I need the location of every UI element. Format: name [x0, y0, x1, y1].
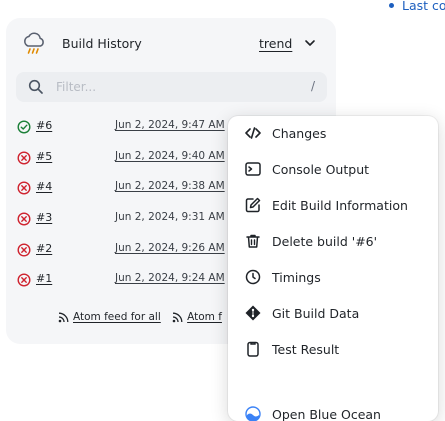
menu-item-label: Delete build '#6': [272, 234, 378, 249]
trend-link[interactable]: trend: [259, 36, 292, 51]
menu-item-git-build-data[interactable]: Git Build Data: [228, 299, 438, 329]
cloud-build-icon: [24, 32, 44, 54]
atom-feed-failures-link[interactable]: Atom f: [172, 311, 222, 323]
atom-feed-failures-label[interactable]: Atom f: [187, 311, 222, 323]
build-row[interactable]: #5 Jun 2, 2024, 9:40 AM: [16, 149, 246, 171]
build-history-title: Build History: [62, 36, 142, 51]
filter-box: /: [16, 72, 327, 102]
build-number-link[interactable]: #1: [36, 272, 52, 285]
build-date-link[interactable]: Jun 2, 2024, 9:31 AM: [115, 211, 225, 223]
menu-item-edit-build-information[interactable]: Edit Build Information: [228, 191, 438, 221]
failed-icon: [17, 151, 31, 165]
edit-icon: [245, 197, 261, 213]
build-number-link[interactable]: #4: [36, 180, 52, 193]
atom-feed-all-label[interactable]: Atom feed for all: [73, 311, 161, 323]
last-build-link-text[interactable]: Last co: [402, 0, 445, 13]
trash-icon: [246, 234, 260, 248]
rss-icon: [58, 312, 69, 322]
failed-icon: [17, 212, 31, 226]
bullet-icon: [389, 3, 394, 8]
menu-item-label: Open Blue Ocean: [272, 407, 381, 421]
menu-item-console-output[interactable]: Console Output: [228, 155, 438, 185]
menu-item-changes[interactable]: Changes: [228, 119, 438, 149]
build-context-menu: Changes Console Output Edit Build Inform…: [228, 116, 438, 421]
build-date-link[interactable]: Jun 2, 2024, 9:40 AM: [115, 150, 225, 162]
chevron-down-icon[interactable]: [304, 37, 316, 49]
menu-item-label: Edit Build Information: [272, 198, 408, 213]
success-icon: [17, 120, 31, 134]
blue-ocean-icon: [245, 406, 261, 421]
menu-item-label: Changes: [272, 126, 327, 141]
menu-item-label: Timings: [272, 270, 321, 285]
atom-feeds: Atom feed for all Atom f: [58, 311, 230, 326]
build-history-header: Build History trend: [6, 18, 336, 70]
search-icon: [28, 79, 43, 94]
menu-item-timings[interactable]: Timings: [228, 263, 438, 293]
failed-icon: [17, 273, 31, 287]
build-date-link[interactable]: Jun 2, 2024, 9:47 AM: [115, 119, 225, 131]
clipboard-icon: [247, 341, 259, 357]
menu-item-open-blue-ocean[interactable]: Open Blue Ocean: [228, 400, 438, 421]
build-number-link[interactable]: #5: [36, 150, 52, 163]
atom-feed-all-link[interactable]: Atom feed for all: [58, 311, 161, 323]
terminal-icon: [245, 162, 261, 176]
build-date-link[interactable]: Jun 2, 2024, 9:24 AM: [115, 272, 225, 284]
build-row[interactable]: #3 Jun 2, 2024, 9:31 AM: [16, 210, 246, 232]
stopwatch-icon: [245, 269, 261, 285]
menu-item-delete-build[interactable]: Delete build '#6': [228, 227, 438, 257]
build-row[interactable]: #4 Jun 2, 2024, 9:38 AM: [16, 179, 246, 201]
rss-icon: [172, 312, 183, 322]
build-row[interactable]: #2 Jun 2, 2024, 9:26 AM: [16, 241, 246, 263]
build-date-link[interactable]: Jun 2, 2024, 9:38 AM: [115, 180, 225, 192]
filter-input[interactable]: [56, 77, 296, 97]
failed-icon: [17, 181, 31, 195]
menu-item-test-result[interactable]: Test Result: [228, 335, 438, 365]
menu-item-label: Console Output: [272, 162, 370, 177]
code-icon: [245, 127, 261, 139]
filter-shortcut: /: [310, 79, 315, 93]
build-date-link[interactable]: Jun 2, 2024, 9:26 AM: [115, 242, 225, 254]
git-icon: [245, 305, 261, 321]
menu-item-label: Test Result: [272, 342, 340, 357]
failed-icon: [17, 243, 31, 257]
build-row[interactable]: #6 Jun 2, 2024, 9:47 AM: [16, 118, 246, 140]
build-row[interactable]: #1 Jun 2, 2024, 9:24 AM: [16, 271, 246, 293]
last-build-link[interactable]: Last co: [389, 0, 445, 13]
menu-item-label: Git Build Data: [272, 306, 360, 321]
build-number-link[interactable]: #6: [36, 119, 52, 132]
build-number-link[interactable]: #2: [36, 242, 52, 255]
build-number-link[interactable]: #3: [36, 211, 52, 224]
